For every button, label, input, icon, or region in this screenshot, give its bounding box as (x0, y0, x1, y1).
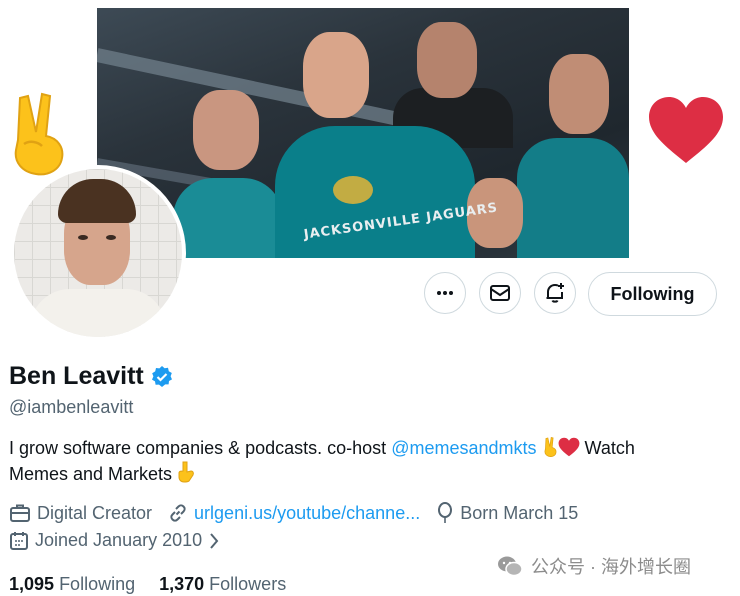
followers-stat[interactable]: 1,370 Followers (159, 574, 286, 595)
following-count: 1,095 (9, 574, 55, 594)
profile-bio: I grow software companies & podcasts. co… (9, 436, 729, 487)
profile-website[interactable]: urlgeni.us/youtube/channe... (168, 503, 420, 524)
watermark-text: 公众号 · 海外增长圈 (531, 557, 691, 577)
wechat-icon (498, 556, 523, 577)
watermark: 公众号 · 海外增长圈 (497, 553, 691, 579)
followers-count: 1,370 (159, 574, 205, 594)
chevron-right-icon[interactable] (208, 532, 220, 550)
profile-meta-row-2: Joined January 2010 (9, 530, 236, 551)
profile-stats: 1,095 Following 1,370 Followers (9, 574, 286, 595)
more-icon (437, 291, 453, 295)
point-down-icon (178, 461, 194, 483)
category-label: Digital Creator (37, 502, 153, 523)
joined-label: Joined January 2010 (35, 530, 203, 550)
more-button[interactable] (424, 272, 466, 314)
heart-icon (558, 437, 579, 457)
peace-hand-icon (14, 92, 64, 176)
website-link[interactable]: urlgeni.us/youtube/channe... (194, 503, 420, 524)
profile-birthday: Born March 15 (436, 502, 578, 524)
balloon-icon (438, 502, 453, 523)
bio-text: Watch (579, 438, 635, 458)
profile-meta-row-1: Digital Creator urlgeni.us/youtube/chann… (9, 502, 594, 524)
heart-icon (649, 97, 723, 163)
following-label: Following (59, 574, 136, 594)
profile-handle: @iambenleavitt (9, 397, 134, 417)
briefcase-icon (10, 504, 30, 522)
notification-add-icon (546, 283, 564, 303)
bio-text: Memes and Markets (9, 464, 173, 484)
notifications-button[interactable] (534, 272, 576, 314)
birthday-label: Born March 15 (460, 502, 579, 523)
following-stat[interactable]: 1,095 Following (9, 574, 135, 595)
profile-name-row: Ben Leavitt (9, 362, 174, 391)
message-button[interactable] (479, 272, 521, 314)
bio-mention-link[interactable]: @memesandmkts (391, 438, 536, 458)
peace-hand-icon (544, 437, 556, 457)
mail-icon (490, 285, 510, 301)
verified-badge-icon[interactable] (150, 365, 174, 389)
calendar-icon (10, 531, 28, 550)
profile-joined: Joined January 2010 (9, 530, 220, 551)
following-button[interactable]: Following (588, 272, 717, 316)
profile-name: Ben Leavitt (9, 362, 144, 390)
profile-category: Digital Creator (9, 503, 152, 524)
bio-text: I grow software companies & podcasts. co… (9, 438, 392, 458)
link-icon (170, 504, 186, 522)
followers-label: Followers (209, 574, 287, 594)
profile-actions: Following (0, 272, 740, 318)
